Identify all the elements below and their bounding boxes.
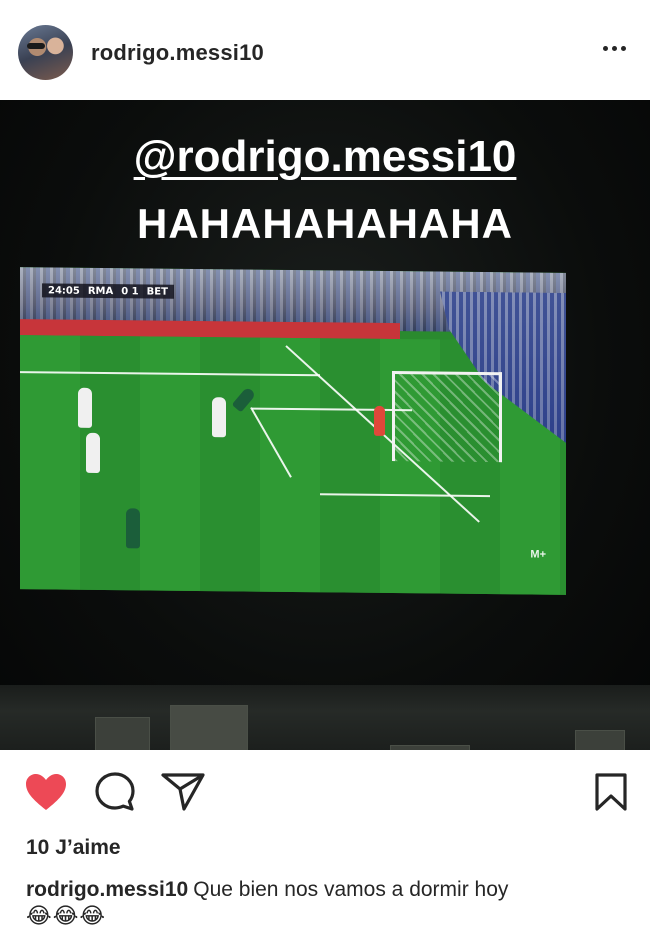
goalkeeper [374,405,385,436]
stand-object [170,705,248,750]
comment-bubble-icon[interactable] [94,771,136,813]
story-overlay-text: HAHAHAHAHAHA [137,200,513,247]
caption-emoji: 😂😂😂 [26,903,107,928]
tv-screen: 24:05 RMA 0 1 BET M+ [20,267,566,595]
match-clock: 24:05 [48,284,80,297]
likes-count[interactable]: 10 J’aime [26,836,121,860]
away-team: BET [146,285,168,298]
home-team: RMA [87,285,114,297]
match-score: 0 1 [121,285,139,297]
story-overlay-mention: @rodrigo.messi10 [133,132,517,181]
bookmark-icon[interactable] [594,772,628,812]
paper-plane-icon[interactable] [160,772,206,812]
stand-object [575,730,625,750]
tv-stand [0,685,650,750]
player [78,387,92,428]
scoreboard: 24:05 RMA 0 1 BET [42,283,174,299]
caption-username[interactable]: rodrigo.messi10 [26,878,188,901]
player [126,508,140,549]
post-caption: rodrigo.messi10 Que bien nos vamos a dorm… [26,876,626,904]
avatar-glasses [27,43,45,49]
heart-filled-icon[interactable] [24,772,68,812]
caption-text: Que bien nos vamos a dormir hoy [193,878,509,901]
avatar[interactable] [18,25,73,80]
player [86,432,100,473]
more-options-icon[interactable] [603,46,626,51]
channel-logo: M+ [530,548,546,561]
stand-object [95,717,150,750]
post-header: rodrigo.messi10 [0,0,650,100]
post-actions-bar [0,750,650,835]
goal-net [392,371,502,463]
post-username[interactable]: rodrigo.messi10 [91,40,264,66]
player [212,397,226,438]
post-media-image[interactable]: @rodrigo.messi10 HAHAHAHAHAHA 24:05 RMA … [0,100,650,750]
